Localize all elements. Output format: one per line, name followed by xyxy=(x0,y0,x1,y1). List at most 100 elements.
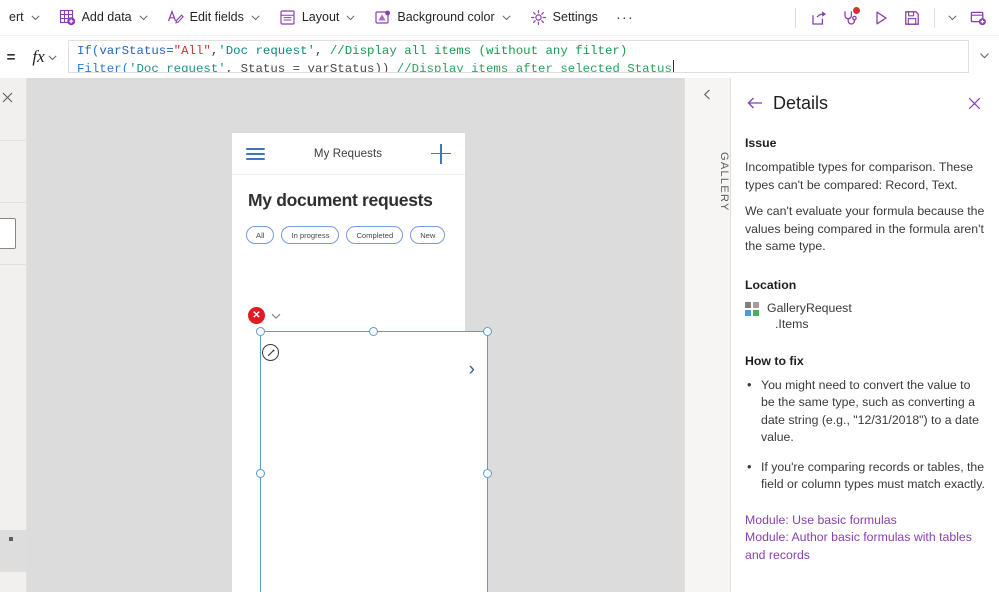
chevron-down-icon xyxy=(138,12,149,23)
preview-app-button[interactable] xyxy=(865,3,896,33)
formula-token-variable: varStatus= xyxy=(99,44,174,58)
chevron-down-icon xyxy=(501,12,512,23)
details-header: Details xyxy=(731,78,999,114)
formula-expand-button[interactable] xyxy=(969,36,999,78)
formula-token-comment: //Display all items (without any filter) xyxy=(329,44,628,58)
link-use-basic-formulas[interactable]: Module: Use basic formulas xyxy=(745,512,985,530)
howtofix-item: If you're comparing records or tables, t… xyxy=(745,458,985,494)
chevron-down-icon xyxy=(345,12,356,23)
toolbar-item-background-color[interactable]: Background color xyxy=(366,3,519,33)
command-bar: ert Add data Edit fields Layout Backgrou… xyxy=(0,0,999,36)
details-panel: Details Issue Incompatible types for com… xyxy=(731,78,999,592)
location-heading: Location xyxy=(745,277,797,292)
toolbar-item-add-data[interactable]: Add data xyxy=(51,3,157,33)
howtofix-item: You might need to convert the value to b… xyxy=(745,376,985,447)
filter-pill-in-progress[interactable]: In progress xyxy=(281,226,340,244)
toolbar-item-layout[interactable]: Layout xyxy=(271,3,365,33)
details-links: Module: Use basic formulas Module: Autho… xyxy=(745,512,985,565)
gallery-rail: GALLERY xyxy=(684,78,731,592)
screen-thumbnail[interactable] xyxy=(0,218,16,249)
save-button[interactable] xyxy=(896,3,927,33)
filter-pill-completed[interactable]: Completed xyxy=(346,226,404,244)
issue-explanation: We can't evaluate your formula because t… xyxy=(745,204,985,253)
chevron-down-icon[interactable] xyxy=(268,308,284,324)
howtofix-list: You might need to convert the value to b… xyxy=(745,376,985,494)
publish-button[interactable] xyxy=(962,3,993,33)
screens-panel xyxy=(0,78,27,592)
resize-handle-top-center[interactable] xyxy=(369,326,378,336)
resize-handle-mid-right[interactable] xyxy=(483,469,492,478)
chevron-left-icon[interactable] xyxy=(685,88,730,101)
background-color-icon xyxy=(374,9,391,26)
location-text: GalleryRequest .Items xyxy=(767,300,852,332)
formula-token-table-2: 'Doc request' xyxy=(129,62,226,73)
toolbar-item-add-data-label: Add data xyxy=(81,10,132,25)
formula-token-comment-2: //Display items after selected Status xyxy=(389,62,672,73)
location-entry[interactable]: GalleryRequest .Items xyxy=(745,300,985,332)
toolbar-item-insert[interactable]: ert xyxy=(1,3,49,33)
details-title: Details xyxy=(773,92,829,113)
command-bar-left-group: ert Add data Edit fields Layout Backgrou… xyxy=(0,0,643,36)
link-author-basic-formulas[interactable]: Module: Author basic formulas with table… xyxy=(745,529,985,564)
gallery-control-icon xyxy=(745,301,759,316)
error-badge[interactable]: ✕ xyxy=(248,307,265,324)
settings-gear-icon xyxy=(530,9,547,26)
issue-text: Incompatible types for comparison. These… xyxy=(745,160,974,192)
pencil-edit-icon[interactable] xyxy=(262,344,279,361)
chevron-down-icon xyxy=(30,12,41,23)
publish-icon xyxy=(969,9,987,27)
formula-token-function-2: Filter( xyxy=(77,62,130,73)
formula-property-selector[interactable]: fx xyxy=(22,36,68,78)
fx-label: fx xyxy=(32,47,45,66)
toolbar-item-edit-fields-label: Edit fields xyxy=(189,10,244,25)
command-bar-right-group xyxy=(788,0,999,36)
formula-token-string: "All" xyxy=(173,44,211,58)
formula-token-comma-2: , xyxy=(314,44,330,58)
share-button[interactable] xyxy=(803,3,834,33)
panel-divider-3 xyxy=(0,264,26,265)
toolbar-overflow-button[interactable]: ··· xyxy=(607,3,643,33)
toolbar-item-settings[interactable]: Settings xyxy=(522,3,606,33)
resize-handle-mid-left[interactable] xyxy=(255,469,265,478)
gallery-control[interactable]: › xyxy=(260,331,488,592)
toolbar-item-background-color-label: Background color xyxy=(397,10,495,25)
chevron-down-icon xyxy=(947,12,958,23)
arrow-left-icon[interactable] xyxy=(745,93,765,113)
app-screen-title: My Requests xyxy=(313,147,383,160)
add-data-icon xyxy=(59,9,76,26)
formula-bar: = fx If(varStatus="All",'Doc request', /… xyxy=(0,36,999,78)
text-caret xyxy=(672,60,674,72)
save-options-button[interactable] xyxy=(942,3,962,33)
app-top-bar: My Requests xyxy=(232,133,465,175)
filter-pill-new[interactable]: New xyxy=(410,226,446,244)
toolbar-item-insert-label: ert xyxy=(9,10,24,25)
app-heading-label: My document requests xyxy=(248,190,433,210)
gallery-item-chevron-icon[interactable]: › xyxy=(469,360,475,379)
toolbar-divider xyxy=(795,7,796,28)
formula-token-expression: , Status = varStatus)) xyxy=(225,62,390,73)
play-preview-icon xyxy=(872,9,890,27)
toolbar-item-layout-label: Layout xyxy=(301,10,340,25)
app-checker-button[interactable] xyxy=(834,3,865,33)
chevron-down-icon xyxy=(979,50,990,64)
filter-pill-row: All In progress Completed New xyxy=(232,211,465,244)
panel-divider-2 xyxy=(0,202,26,203)
toolbar-item-edit-fields[interactable]: Edit fields xyxy=(159,3,269,33)
issue-heading: Issue xyxy=(745,136,777,150)
formula-input[interactable]: If(varStatus="All",'Doc request', //Disp… xyxy=(68,40,969,73)
resize-handle-top-right[interactable] xyxy=(483,326,492,336)
resize-handle-top-left[interactable] xyxy=(255,326,265,336)
close-icon[interactable] xyxy=(0,86,18,108)
hamburger-menu-icon[interactable] xyxy=(246,147,265,160)
filter-pill-all[interactable]: All xyxy=(246,226,275,244)
chevron-down-icon xyxy=(47,52,58,63)
toolbar-item-settings-label: Settings xyxy=(552,10,598,25)
notification-dot xyxy=(853,6,860,14)
details-body: Issue Incompatible types for comparison.… xyxy=(731,136,999,592)
close-icon[interactable] xyxy=(963,92,985,114)
layout-icon xyxy=(279,9,296,26)
app-canvas[interactable]: My Requests My document requests All In … xyxy=(27,78,684,592)
share-icon xyxy=(810,9,828,27)
plus-icon[interactable] xyxy=(431,143,451,164)
panel-footer-band xyxy=(0,530,27,572)
